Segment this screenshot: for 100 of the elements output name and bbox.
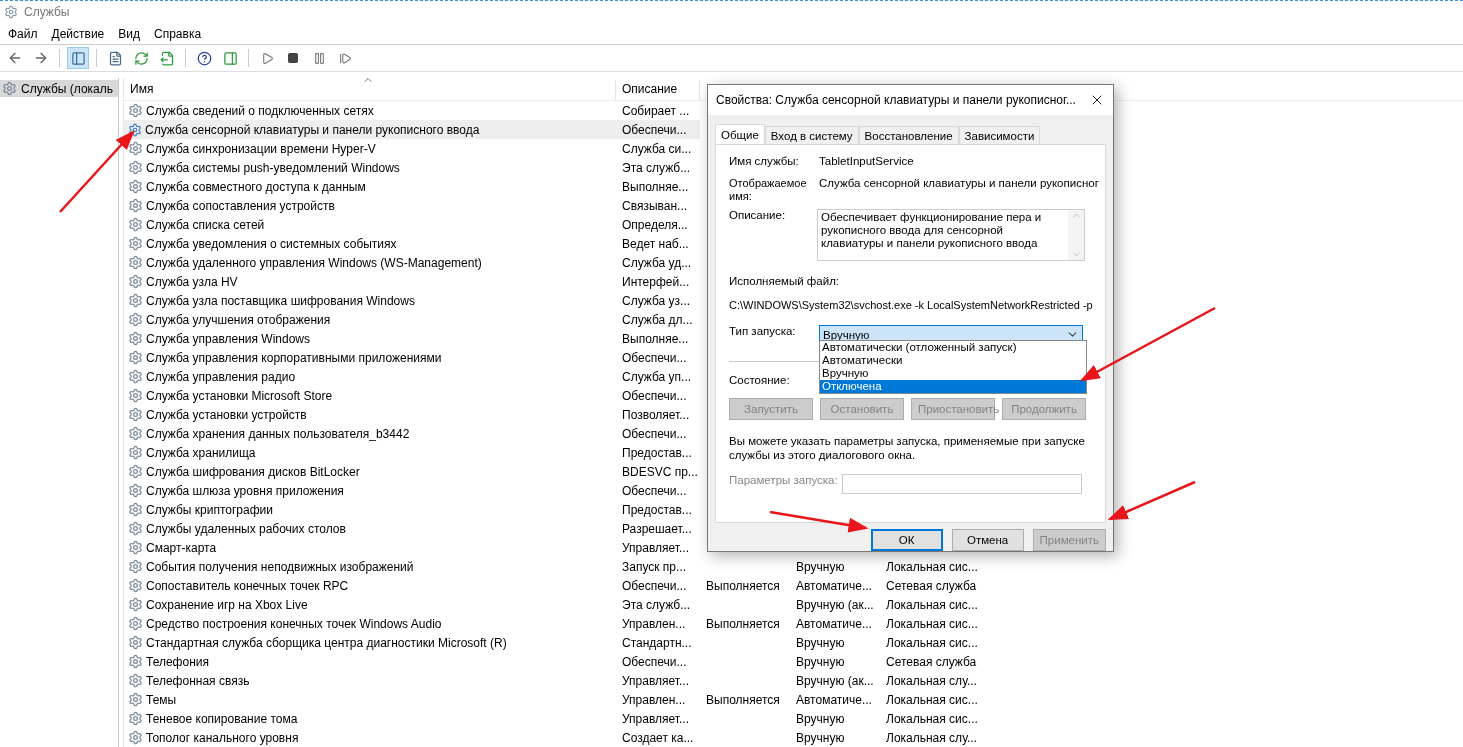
table-cell-text: Создает ка... [621, 729, 695, 747]
service-name[interactable]: Тополог канального уровня [124, 728, 616, 747]
table-cell-text: Служба уд... [621, 254, 693, 272]
dialog-button[interactable]: Отмена [951, 529, 1024, 551]
gear-icon [128, 578, 143, 593]
table-cell-text: Связыван... [621, 197, 689, 215]
menu-item[interactable]: Вид [112, 24, 146, 43]
table-cell-text: Выполняется [705, 577, 781, 595]
table-cell-text: Стандартн... [621, 634, 693, 652]
tab[interactable]: Зависимости [958, 125, 1041, 145]
service-name[interactable]: Служба улучшения отображения [124, 310, 616, 329]
service-name[interactable]: Смарт-карта [124, 538, 616, 557]
service-name[interactable]: Служба управления Windows [124, 329, 616, 348]
hint-text: Вы можете указать параметры запуска, применяемые при запуске службы из этого диалогового окна. [729, 433, 1086, 462]
service-name[interactable]: Служба синхронизации времени Hyper-V [124, 139, 616, 158]
gear-icon [128, 388, 143, 403]
service-name[interactable]: Телефонная связь [124, 671, 616, 690]
gear-icon [2, 81, 17, 96]
service-name[interactable]: Служба сведений о подключенных сетях [124, 101, 616, 120]
field-label: Состояние: [729, 373, 790, 386]
table-cell-text: Обеспечи... [621, 577, 688, 595]
gear-icon [128, 730, 143, 745]
table-cell-text: Управлен... [621, 691, 687, 709]
field-value: TabletInputService [819, 154, 915, 167]
gear-icon [128, 521, 143, 536]
service-name[interactable]: Служба уведомления о системных событиях [124, 234, 616, 253]
service-name[interactable]: Теневое копирование тома [124, 709, 616, 728]
service-name[interactable]: Телефония [124, 652, 616, 671]
table-cell-text: Определя... [621, 216, 689, 234]
gear-icon [128, 122, 142, 137]
service-name[interactable]: Служба шлюза уровня приложения [124, 481, 616, 500]
table-cell-text: Вручную [795, 729, 846, 747]
menu-item[interactable]: Справка [148, 24, 208, 43]
table-cell-text: Локальная сис... [885, 634, 979, 652]
table-cell-text: Локальная слу... [885, 672, 978, 690]
gear-icon [128, 616, 143, 631]
service-name[interactable]: Служба установки Microsoft Store [124, 386, 616, 405]
service-name[interactable]: Служба совместного доступа к данным [124, 177, 616, 196]
table-cell-text: Ведет наб... [621, 235, 690, 253]
gear-icon [128, 103, 143, 118]
table-cell-text: Автоматиче... [795, 615, 873, 633]
service-name[interactable]: Сохранение игр на Xbox Live [124, 595, 616, 614]
tab[interactable]: Восстановление [858, 125, 959, 145]
service-name[interactable]: Служба сенсорной клавиатуры и панели рукописного ввода [124, 120, 616, 139]
service-name[interactable]: Служба установки устройств [124, 405, 616, 424]
gear-icon [128, 540, 143, 555]
table-cell-text: Служба си... [621, 140, 693, 158]
service-name[interactable]: Средство построения конечных точек Windows Audio [124, 614, 616, 633]
gear-icon [128, 502, 143, 517]
gear-icon [128, 217, 143, 232]
service-name[interactable]: Сопоставитель конечных точек RPC [124, 576, 616, 595]
field-label: Параметры запуска: [729, 473, 838, 486]
tab[interactable]: Вход в систему [764, 125, 859, 145]
service-name[interactable]: Служба списка сетей [124, 215, 616, 234]
service-name[interactable]: Стандартная служба сборщика центра диагностики Microsoft (R) [124, 633, 616, 652]
column-header[interactable]: Имя [124, 80, 616, 100]
table-cell-text: Управляет... [621, 672, 690, 690]
service-name[interactable]: Темы [124, 690, 616, 709]
service-name[interactable]: Служба хранения данных пользователя_b3442 [124, 424, 616, 443]
gear-icon [128, 312, 143, 327]
field-value: C:\WINDOWS\System32\svchost.exe -k LocalSystemNetworkRestricted -p [729, 298, 1093, 311]
tree-item[interactable]: Службы (локаль [0, 80, 118, 97]
service-name[interactable]: Служба удаленного управления Windows (WS-Management) [124, 253, 616, 272]
service-name[interactable]: Служба узла HV [124, 272, 616, 291]
table-cell-text: Локальная слу... [885, 729, 978, 747]
table-cell-text: Управляет... [621, 539, 690, 557]
gear-icon [128, 445, 143, 460]
field-label: Исполняемый файл: [729, 274, 840, 287]
service-name[interactable]: Служба сопоставления устройств [124, 196, 616, 215]
service-name[interactable]: Служба управления корпоративными приложениями [124, 348, 616, 367]
column-header[interactable]: Описание [616, 80, 700, 100]
service-name[interactable]: Службы удаленных рабочих столов [124, 519, 616, 538]
dialog-title: Свойства: Служба сенсорной клавиатуры и панели рукописног... [716, 92, 1076, 107]
field-label: Описание: [729, 208, 787, 221]
dialog-button[interactable]: ОК [870, 529, 943, 551]
service-name[interactable]: Служба системы push-уведомлений Windows [124, 158, 616, 177]
service-name[interactable]: Службы криптографии [124, 500, 616, 519]
gear-icon [128, 179, 143, 194]
table-cell-text: Управляет... [621, 710, 690, 728]
table-cell-text: Обеспечи... [621, 349, 688, 367]
service-name[interactable]: Служба хранилища [124, 443, 616, 462]
gear-icon [128, 141, 143, 156]
table-cell-text: Выполняется [705, 615, 781, 633]
gear-icon [128, 407, 143, 422]
field-label: Отображаемое имя: [729, 176, 808, 203]
service-name[interactable]: События получения неподвижных изображений [124, 557, 616, 576]
gear-icon [128, 464, 143, 479]
menu-item[interactable]: Файл [2, 24, 44, 43]
field-label: Имя службы: [729, 154, 800, 167]
table-cell-text: Автоматиче... [795, 577, 873, 595]
tree-pane-icon[interactable] [67, 47, 89, 70]
tab[interactable]: Общие [715, 123, 765, 145]
table-cell-text: Выполняется [705, 691, 781, 709]
service-name[interactable]: Служба управления радио [124, 367, 616, 386]
service-name[interactable]: Служба узла поставщика шифрования Windows [124, 291, 616, 310]
table-cell-text: Разрешает... [621, 520, 693, 538]
menu-item[interactable]: Действие [45, 24, 111, 43]
service-name[interactable]: Служба шифрования дисков BitLocker [124, 462, 616, 481]
table-cell-text: Локальная сис... [885, 691, 979, 709]
table-cell-text: Локальная сис... [885, 615, 979, 633]
